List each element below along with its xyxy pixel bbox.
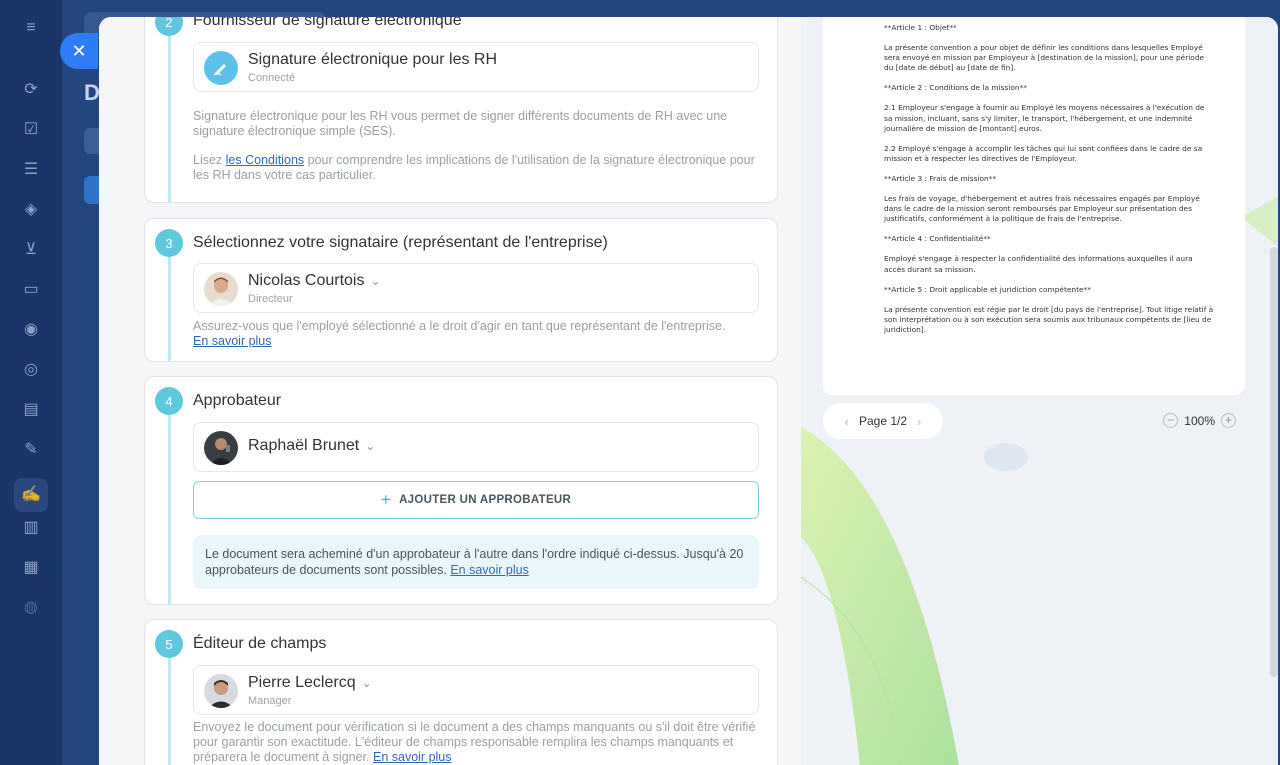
doc-paragraph: **Article 3 : Frais de mission**: [884, 173, 997, 183]
contact-card-icon: ▭: [23, 281, 39, 298]
signer-description: Assurez-vous que l'employé sélectionné a…: [193, 319, 726, 348]
signer-select[interactable]: Nicolas Courtois ⌄ Directeur: [193, 263, 759, 313]
zoom-in-icon[interactable]: +: [1221, 413, 1236, 428]
step-title: Sélectionnez votre signataire (représent…: [193, 234, 608, 251]
doc-paragraph: **Article 1 : Objet**: [884, 23, 957, 32]
background-title: D: [84, 80, 100, 105]
step-number: 4: [155, 387, 183, 415]
close-slider-button[interactable]: ✕: [60, 33, 98, 69]
doc-paragraph: La présente convention a pour objet de d…: [884, 43, 1205, 73]
approver-select[interactable]: Raphaël Brunet ⌄: [193, 422, 759, 472]
chevron-left-icon[interactable]: ‹: [845, 414, 849, 429]
chevron-right-icon[interactable]: ›: [917, 414, 921, 429]
chevron-down-icon: ⌄: [365, 439, 376, 453]
background-sidebar: ≡ ⟳ ☑ ☰ ◈ ⊻ ▭ ◉ ◎ ▤ ✎ ✍ ▥ ▦ ◍: [0, 0, 62, 765]
settings-icon: ◍: [24, 599, 38, 616]
plus-icon: +: [380, 490, 392, 509]
pen-icon: ✎: [24, 441, 38, 458]
doc-paragraph: **Article 4 : Confidentialité**: [884, 234, 991, 244]
document-preview-column: **Article 1 : Objet** La présente conven…: [801, 17, 1278, 765]
doc-paragraph: 2.1 Employeur s'engage à fournir au Empl…: [884, 103, 1205, 133]
approver-name: Raphaël Brunet ⌄: [248, 437, 376, 454]
calendar-icon: ▦: [23, 559, 39, 576]
box-icon: ◈: [24, 201, 38, 218]
step-rail: [168, 247, 171, 361]
provider-name: Signature électronique pour les RH: [248, 51, 498, 68]
step-field-editor: 5 Éditeur de champs Pierre Leclercq ⌄ Man…: [144, 619, 778, 765]
learn-more-link[interactable]: En savoir plus: [450, 563, 529, 577]
sign-icon: ✍: [14, 478, 48, 512]
scrollbar[interactable]: [1270, 247, 1278, 677]
avatar: [204, 272, 238, 306]
document-page: **Article 1 : Objet** La présente conven…: [823, 17, 1245, 395]
zoom-control: − 100% +: [1157, 413, 1242, 428]
tasks-icon: ☑: [23, 121, 39, 138]
signer-role: Directeur: [248, 293, 293, 305]
signature-icon: [204, 51, 238, 85]
crm-icon: ⟳: [24, 81, 38, 98]
doc-paragraph: 2.2 Employé s'engage à accomplir les tâc…: [884, 143, 1203, 163]
robot-icon: ◉: [24, 321, 38, 338]
building-icon: ▤: [23, 401, 39, 418]
target-icon: ◎: [24, 361, 38, 378]
provider-description: Signature électronique pour les RH vous …: [193, 109, 728, 138]
avatar: [204, 674, 238, 708]
learn-more-link[interactable]: En savoir plus: [373, 750, 452, 764]
chevron-down-icon: ⌄: [370, 274, 381, 288]
settings-column: 2 Fournisseur de signature électronique …: [99, 17, 801, 765]
step-number: 2: [155, 17, 183, 36]
step-signer: 3 Sélectionnez votre signataire (représe…: [144, 218, 778, 362]
step-title: Approbateur: [193, 392, 282, 409]
doc-paragraph: **Article 2 : Conditions de la mission**: [884, 83, 1027, 93]
page-indicator: Page 1/2: [858, 414, 908, 428]
filter-icon: ☰: [23, 161, 39, 178]
zoom-out-icon[interactable]: −: [1163, 413, 1179, 428]
slider-panel: 2 Fournisseur de signature électronique …: [99, 17, 1278, 765]
provider-card[interactable]: Signature électronique pour les RH Conne…: [193, 42, 759, 92]
learn-more-link[interactable]: En savoir plus: [193, 334, 272, 348]
step-approver: 4 Approbateur Raphaël Brunet ⌄ + AJOUTER U…: [144, 376, 778, 605]
doc-paragraph: **Article 5 : Droit applicable et juridi…: [884, 284, 1091, 294]
doc-paragraph: Employé s'engage à respecter la confiden…: [884, 254, 1193, 274]
field-editor-role: Manager: [248, 695, 292, 707]
page-navigator: ‹ Page 1/2 ›: [823, 403, 943, 439]
field-editor-description: Envoyez le document pour vérification si…: [193, 720, 756, 764]
field-editor-select[interactable]: Pierre Leclercq ⌄ Manager: [193, 665, 759, 715]
zoom-level: 100%: [1184, 413, 1215, 428]
menu-icon: ≡: [26, 19, 36, 36]
chart-icon: ▥: [23, 519, 39, 536]
step-rail: [168, 648, 171, 765]
chevron-down-icon: ⌄: [361, 676, 372, 690]
document-text: **Article 1 : Objet** La présente conven…: [884, 23, 1214, 345]
step-number: 3: [155, 229, 183, 257]
doc-paragraph: Les frais de voyage, d'hébergement et au…: [884, 194, 1200, 224]
terms-link[interactable]: les Conditions: [226, 153, 305, 167]
step-rail: [168, 405, 171, 604]
avatar: [204, 431, 238, 465]
step-title: Fournisseur de signature électronique: [193, 17, 462, 29]
step-title: Éditeur de champs: [193, 635, 327, 652]
field-editor-name: Pierre Leclercq ⌄: [248, 674, 372, 691]
cart-icon: ⊻: [25, 241, 37, 258]
step-signature-provider: 2 Fournisseur de signature électronique …: [144, 17, 778, 203]
approver-info-box: Le document sera acheminé d'un approbate…: [193, 535, 759, 589]
step-number: 5: [155, 630, 183, 658]
doc-paragraph: La présente convention est régie par le …: [884, 304, 1214, 334]
step-rail: [168, 36, 171, 202]
provider-terms-note: Lisez les Conditions pour comprendre les…: [193, 153, 755, 182]
add-approver-button[interactable]: + AJOUTER UN APPROBATEUR: [193, 481, 759, 519]
close-icon: ✕: [71, 40, 87, 61]
provider-status: Connecté: [248, 72, 296, 84]
signer-name: Nicolas Courtois ⌄: [248, 272, 381, 289]
